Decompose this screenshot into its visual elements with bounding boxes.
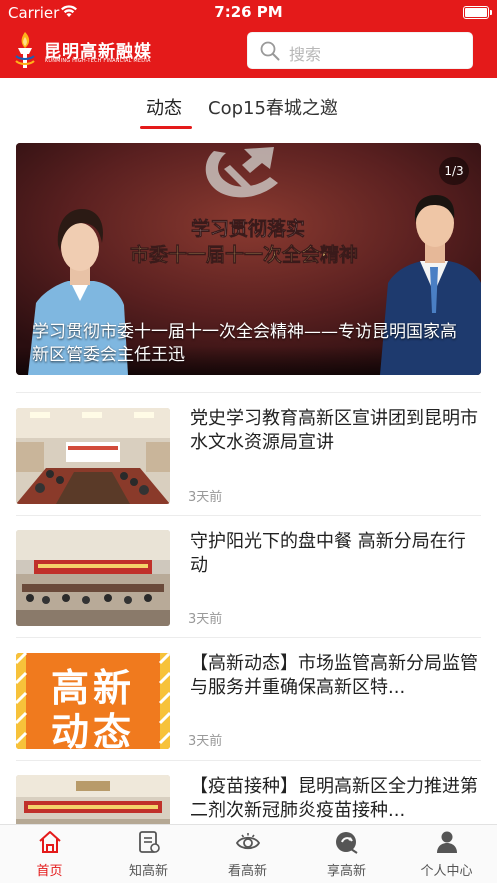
news-list-item[interactable]: 高新 动态 【高新动态】市场监管高新分局监管与服务并重确保高新区特... 3天前: [16, 637, 481, 759]
news-title: 【高新动态】市场监管高新分局监管与服务并重确保高新区特...: [190, 653, 478, 698]
app-header: Carrier 7:26 PM 昆明高新融媒 KUNMING HIGH-TECH…: [0, 0, 497, 78]
category-tabs: 动态 Cop15春城之邀: [0, 86, 497, 130]
tabbar-label: 享高新: [326, 864, 366, 879]
person-icon: [437, 831, 457, 853]
status-time: 7:26 PM: [214, 3, 283, 21]
news-title: 【疫苗接种】昆明高新区全力推进第二剂次新冠肺炎疫苗接种...: [190, 776, 478, 821]
search-icon: [260, 41, 280, 61]
thumb-text-dongtai: 动态: [50, 710, 135, 749]
tab-dongtai[interactable]: 动态: [146, 94, 182, 120]
news-time: 3天前: [188, 734, 223, 749]
bottom-tab-bar: 首页 知高新 看高新 享高新 个人中心: [0, 824, 497, 883]
banner-page-counter: 1/3: [439, 157, 469, 185]
tabbar-label: 看高新: [227, 864, 267, 879]
search-placeholder: 搜索: [289, 45, 322, 64]
news-thumbnail-meeting: [16, 408, 170, 504]
tabbar-label: 首页: [36, 864, 63, 879]
tabbar-label: 知高新: [128, 864, 168, 879]
app-logo: 昆明高新融媒 KUNMING HIGH-TECH FINANCIAL MEDIA: [12, 30, 162, 72]
tabbar-home[interactable]: 首页: [0, 825, 99, 883]
tabbar-profile[interactable]: 个人中心: [397, 825, 496, 883]
tab-cop15[interactable]: Cop15春城之邀: [208, 94, 338, 120]
tabbar-kangaoxin[interactable]: 看高新: [198, 825, 297, 883]
status-bar: Carrier 7:26 PM: [0, 0, 497, 26]
document-icon: [139, 831, 160, 853]
eye-icon: [235, 833, 261, 850]
news-thumbnail-conference: [16, 530, 170, 626]
active-tab-indicator: [140, 126, 192, 129]
home-icon: [39, 831, 61, 853]
banner-caption: 学习贯彻市委十一届十一次全会精神——专访昆明国家高新区管委会主任王迅: [32, 322, 457, 365]
news-thumbnail-gaoxin-dongtai: 高新 动态: [16, 653, 170, 749]
search-bar[interactable]: 搜索: [247, 32, 473, 69]
news-title: 党史学习教育高新区宣讲团到昆明市水文水资源局宣讲: [190, 408, 478, 453]
news-time: 3天前: [188, 490, 223, 505]
tabbar-label: 个人中心: [420, 864, 473, 879]
featured-banner[interactable]: 学习贯彻落实 市委十一届十一次全会精神 1/3 学习贯彻市委十一届十一次全会精神…: [16, 143, 481, 375]
news-list-item[interactable]: 守护阳光下的盘中餐 高新分局在行动 3天前: [16, 515, 481, 637]
news-title: 守护阳光下的盘中餐 高新分局在行动: [190, 531, 466, 576]
share-icon: [336, 832, 358, 854]
tabbar-zhigaoxin[interactable]: 知高新: [99, 825, 198, 883]
torch-logo-icon: [15, 32, 35, 68]
battery-icon: [463, 6, 492, 19]
banner-headline-line2: 市委十一届十一次全会精神: [130, 243, 358, 266]
banner-headline-line1: 学习贯彻落实: [191, 217, 305, 240]
logo-english-name: KUNMING HIGH-TECH FINANCIAL MEDIA: [45, 58, 151, 64]
news-list-item[interactable]: 党史学习教育高新区宣讲团到昆明市水文水资源局宣讲 3天前: [16, 392, 481, 514]
news-time: 3天前: [188, 612, 223, 627]
tabbar-xianggaoxin[interactable]: 享高新: [297, 825, 396, 883]
